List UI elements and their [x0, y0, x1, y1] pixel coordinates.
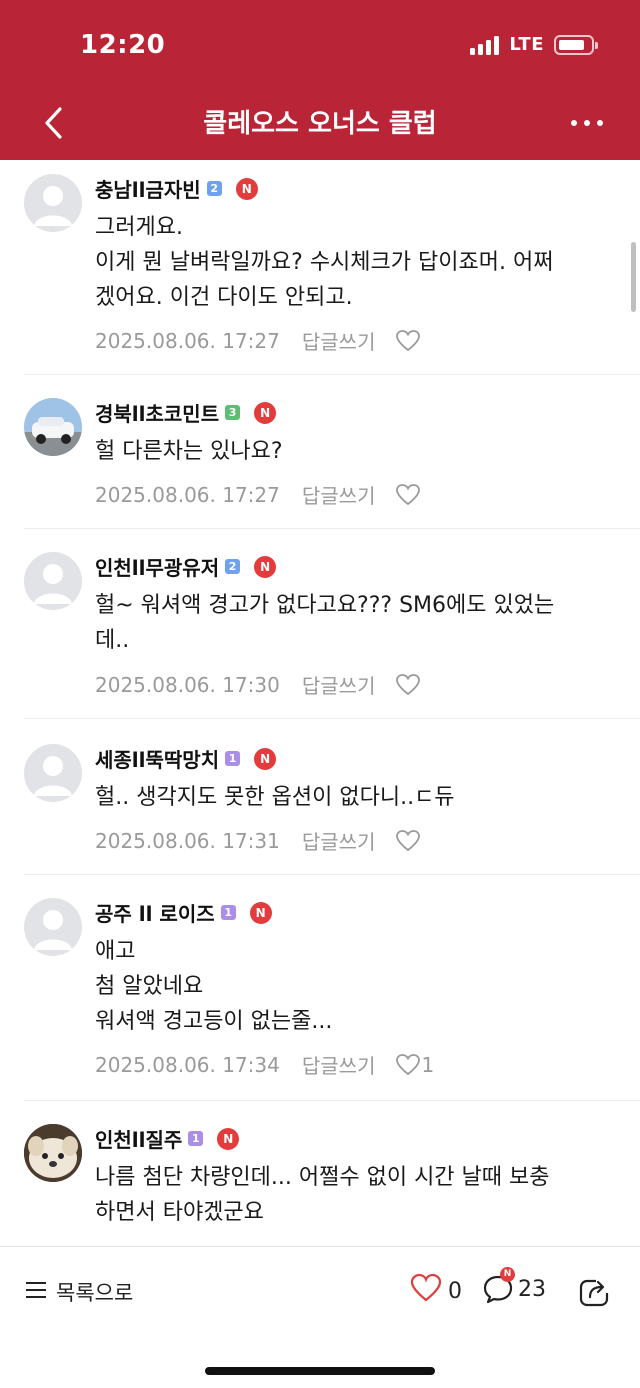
- comment-line: 애고: [95, 939, 136, 964]
- avatar[interactable]: [24, 1124, 82, 1182]
- divider: [24, 718, 640, 719]
- comment-line: 헐.. 생각지도 못한 옵션이 없다니..ㄷ듀: [95, 785, 455, 810]
- comment-line: 헐 다른차는 있나요?: [95, 439, 283, 464]
- author-row: 공주 ll 로이즈 1 N: [95, 898, 272, 927]
- comment-line: 그러게요.: [95, 215, 183, 240]
- member-level-badge: 3: [225, 405, 241, 420]
- reply-button[interactable]: 답글쓰기: [302, 826, 376, 855]
- home-indicator: [205, 1367, 435, 1375]
- scrollbar[interactable]: [631, 242, 636, 312]
- comment-line: 겠어요. 이건 다이도 안되고.: [95, 285, 353, 310]
- reply-button[interactable]: 답글쓰기: [302, 326, 376, 355]
- comment-line: 이게 뭔 날벼락일까요? 수시체크가 답이죠머. 어쩌: [95, 250, 554, 275]
- reply-button[interactable]: 답글쓰기: [302, 480, 376, 509]
- app-header: 12:20 LTE 콜레오스 오너스 클럽: [0, 0, 640, 160]
- comment-line: 나름 첨단 차량인데... 어쩔수 없이 시간 날때 보충: [95, 1165, 550, 1190]
- author-name[interactable]: 인천ll무광유저: [95, 552, 219, 581]
- heart-icon[interactable]: [395, 1053, 421, 1077]
- comment-icon: N: [482, 1267, 515, 1305]
- comment-meta: 2025.08.06. 17:34 답글쓰기 1: [95, 1050, 434, 1079]
- heart-icon: [410, 1273, 442, 1309]
- status-time: 12:20: [80, 30, 166, 60]
- share-icon[interactable]: [578, 1275, 612, 1313]
- comment-body: 헐 다른차는 있나요?: [95, 434, 616, 469]
- comment-body: 애고 첨 알았네요 워셔액 경고등이 없는줄...: [95, 934, 616, 1039]
- comment-date: 2025.08.06. 17:30: [95, 672, 280, 697]
- avatar[interactable]: [24, 898, 82, 956]
- comment-date: 2025.08.06. 17:27: [95, 482, 280, 507]
- list-icon: [24, 1279, 48, 1306]
- new-badge: N: [254, 747, 277, 770]
- status-indicators: LTE: [470, 34, 598, 55]
- comment-line: 헐~ 워셔액 경고가 없다고요??? SM6에도 있었는: [95, 593, 555, 618]
- comment-meta: 2025.08.06. 17:30 답글쓰기: [95, 670, 421, 699]
- author-row: 인천ll질주 1 N: [95, 1124, 240, 1153]
- author-name[interactable]: 충남ll금자빈: [95, 174, 201, 203]
- comment-button[interactable]: N 23: [482, 1267, 546, 1305]
- comment-body: 나름 첨단 차량인데... 어쩔수 없이 시간 날때 보충 하면서 타야겠군요: [95, 1160, 616, 1230]
- comment-line: 데..: [95, 628, 130, 653]
- bottom-action-bar: 목록으로 0 N 23: [0, 1246, 640, 1388]
- comment-date: 2025.08.06. 17:34: [95, 1052, 280, 1077]
- page-title: 콜레오스 오너스 클럽: [203, 109, 437, 139]
- comment-body: 헐.. 생각지도 못한 옵션이 없다니..ㄷ듀: [95, 780, 616, 815]
- comment-count: 23: [518, 1276, 546, 1302]
- comment-date: 2025.08.06. 17:31: [95, 828, 280, 853]
- member-level-badge: 1: [188, 1131, 204, 1146]
- comment-line: 첨 알았네요: [95, 974, 204, 999]
- like-count: 0: [448, 1278, 462, 1304]
- divider: [24, 374, 640, 375]
- comment-date: 2025.08.06. 17:27: [95, 328, 280, 353]
- comment-meta: 2025.08.06. 17:27 답글쓰기: [95, 480, 421, 509]
- avatar[interactable]: [24, 552, 82, 610]
- new-badge: N: [235, 177, 258, 200]
- avatar[interactable]: [24, 174, 82, 232]
- battery-icon: [554, 34, 598, 55]
- comment-meta: 2025.08.06. 17:31 답글쓰기: [95, 826, 421, 855]
- new-badge: N: [217, 1127, 240, 1150]
- heart-icon[interactable]: [395, 673, 421, 697]
- heart-icon[interactable]: [395, 829, 421, 853]
- author-row: 세종ll뚝딱망치 1 N: [95, 744, 277, 773]
- divider: [24, 528, 640, 529]
- author-name[interactable]: 인천ll질주: [95, 1124, 182, 1153]
- author-name[interactable]: 공주 ll 로이즈: [95, 898, 215, 927]
- list-label: 목록으로: [56, 1281, 134, 1305]
- reply-button[interactable]: 답글쓰기: [302, 670, 376, 699]
- list-button[interactable]: 목록으로: [24, 1277, 133, 1307]
- divider: [24, 874, 640, 875]
- author-name[interactable]: 경북ll초코민트: [95, 398, 219, 427]
- author-row: 인천ll무광유저 2 N: [95, 552, 277, 581]
- heart-icon[interactable]: [395, 329, 421, 353]
- member-level-badge: 1: [220, 905, 236, 920]
- reply-button[interactable]: 답글쓰기: [302, 1050, 376, 1079]
- comment-meta: 2025.08.06. 17:27 답글쓰기: [95, 326, 421, 355]
- signal-icon: [470, 35, 500, 55]
- member-level-badge: 1: [225, 751, 241, 766]
- member-level-badge: 2: [206, 181, 222, 196]
- new-badge: N: [249, 901, 272, 924]
- heart-icon[interactable]: [395, 483, 421, 507]
- more-icon[interactable]: [570, 104, 604, 142]
- comment-body: 헐~ 워셔액 경고가 없다고요??? SM6에도 있었는 데..: [95, 588, 616, 658]
- avatar[interactable]: [24, 744, 82, 802]
- network-label: LTE: [509, 34, 544, 55]
- member-level-badge: 2: [225, 559, 241, 574]
- like-count: 1: [421, 1052, 435, 1077]
- author-row: 충남ll금자빈 2 N: [95, 174, 258, 203]
- comment-line: 워셔액 경고등이 없는줄...: [95, 1009, 333, 1034]
- avatar[interactable]: [24, 398, 82, 456]
- new-badge: N: [254, 401, 277, 424]
- new-badge: N: [254, 555, 277, 578]
- like-button[interactable]: 0: [410, 1273, 462, 1309]
- author-name[interactable]: 세종ll뚝딱망치: [95, 744, 219, 773]
- author-row: 경북ll초코민트 3 N: [95, 398, 277, 427]
- comment-line: 하면서 타야겠군요: [95, 1200, 264, 1225]
- new-badge: N: [500, 1267, 515, 1282]
- comment-body: 그러게요. 이게 뭔 날벼락일까요? 수시체크가 답이죠머. 어쩌 겠어요. 이…: [95, 210, 616, 315]
- divider: [24, 1100, 640, 1101]
- comment-list: 충남ll금자빈 2 N 그러게요. 이게 뭔 날벼락일까요? 수시체크가 답이죠…: [0, 160, 640, 1246]
